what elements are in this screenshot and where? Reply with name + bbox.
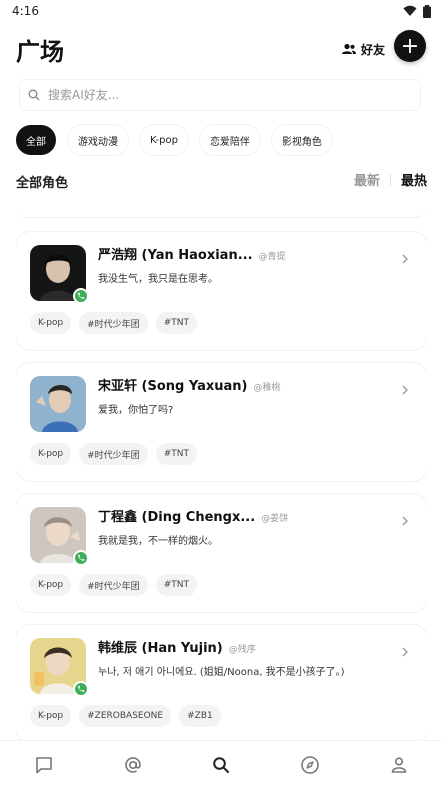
- tag[interactable]: #ZEROBASEONE: [79, 705, 172, 727]
- friends-label: 好友: [361, 42, 386, 57]
- character-author[interactable]: @残序: [229, 642, 256, 655]
- character-card[interactable]: 丁程鑫 (Ding Chengx... @姜饼 我就是我，不一样的烟火。 K-p…: [16, 494, 427, 612]
- section-title: 全部角色: [16, 176, 69, 191]
- avatar: [30, 507, 89, 566]
- character-card[interactable]: 宋亚轩 (Song Yaxuan) @稚桃 爱我，你怕了吗? K-pop #时代…: [16, 363, 427, 481]
- page-title: 广场: [16, 38, 64, 66]
- chip-film-tv[interactable]: 影视角色: [271, 125, 332, 155]
- sort-toggle: 最新 最热: [354, 170, 427, 189]
- nav-profile[interactable]: [379, 745, 419, 785]
- character-greeting: 누나, 저 애기 아니에요. (姐姐/Noona, 我不是小孩子了。): [98, 667, 345, 678]
- character-greeting: 我就是我，不一样的烟火。: [98, 536, 218, 547]
- header: 广场 好友 +: [0, 28, 443, 68]
- sort-divider: [389, 173, 391, 186]
- character-author[interactable]: @青提: [259, 249, 286, 262]
- avatar: [30, 638, 89, 697]
- tag[interactable]: K-pop: [30, 443, 72, 465]
- chip-all[interactable]: 全部: [16, 125, 56, 155]
- search-icon: [213, 757, 230, 773]
- nav-search[interactable]: [201, 745, 241, 785]
- avatar-image: [30, 376, 86, 432]
- nav-explore[interactable]: [290, 745, 330, 785]
- nav-chat[interactable]: [24, 745, 64, 785]
- tag[interactable]: K-pop: [30, 312, 72, 334]
- name-row: 韩维辰 (Han Yujin) @残序: [98, 637, 398, 656]
- tag-list: K-pop #时代少年团 #TNT: [30, 312, 197, 334]
- section-header: 全部角色 最新 最热: [16, 170, 427, 192]
- character-name: 韩维辰 (Han Yujin): [98, 641, 223, 656]
- name-row: 宋亚轩 (Song Yaxuan) @稚桃: [98, 375, 398, 394]
- compass-icon: [301, 756, 319, 774]
- tag[interactable]: #时代少年团: [79, 574, 148, 596]
- friends-button[interactable]: 好友: [334, 34, 394, 64]
- friends-icon: [342, 43, 356, 54]
- character-name: 严浩翔 (Yan Haoxian...: [98, 248, 253, 263]
- chip-games-anime[interactable]: 游戏动漫: [68, 125, 128, 155]
- battery-icon: [423, 4, 431, 18]
- tag-list: K-pop #时代少年团 #TNT: [30, 574, 197, 596]
- search-input[interactable]: [48, 88, 412, 102]
- tag-list: K-pop #ZEROBASEONE #ZB1: [30, 705, 221, 727]
- nav-mentions[interactable]: [113, 745, 153, 785]
- chevron-right-icon: [402, 647, 408, 657]
- character-greeting: 爱我，你怕了吗?: [98, 405, 174, 416]
- phone-icon: [73, 681, 89, 697]
- character-greeting: 我没生气，我只是在思考。: [98, 274, 218, 285]
- character-name: 丁程鑫 (Ding Chengx...: [98, 510, 256, 525]
- at-icon: [125, 757, 141, 773]
- sort-hot-button[interactable]: 最热: [401, 170, 427, 189]
- character-card[interactable]: 严浩翔 (Yan Haoxian... @青提 我没生气，我只是在思考。 K-p…: [16, 232, 427, 350]
- category-chips: 全部 游戏动漫 K-pop 恋爱陪伴 影视角色: [16, 125, 332, 155]
- tag[interactable]: #时代少年团: [79, 443, 148, 465]
- tag[interactable]: K-pop: [30, 574, 72, 596]
- add-button[interactable]: +: [394, 30, 426, 62]
- tag[interactable]: #TNT: [155, 443, 197, 465]
- profile-icon: [391, 757, 406, 773]
- plus-icon: +: [400, 33, 420, 59]
- name-row: 严浩翔 (Yan Haoxian... @青提: [98, 244, 398, 263]
- list-card-edge: [16, 200, 427, 218]
- character-name: 宋亚轩 (Song Yaxuan): [98, 379, 248, 394]
- character-author[interactable]: @稚桃: [253, 380, 280, 393]
- search-icon: [28, 89, 40, 101]
- chat-icon: [36, 757, 53, 774]
- tag[interactable]: K-pop: [30, 705, 72, 727]
- chevron-right-icon: [402, 385, 408, 395]
- chip-romance[interactable]: 恋爱陪伴: [199, 125, 260, 155]
- avatar: [30, 245, 89, 304]
- status-bar: 4:16: [0, 0, 443, 22]
- tag[interactable]: #ZB1: [179, 705, 221, 727]
- status-icons: [403, 4, 431, 18]
- status-time: 4:16: [12, 4, 39, 18]
- character-author[interactable]: @姜饼: [261, 511, 288, 524]
- search-bar[interactable]: [20, 80, 420, 110]
- phone-icon: [73, 288, 89, 304]
- tag[interactable]: #TNT: [155, 574, 197, 596]
- name-row: 丁程鑫 (Ding Chengx... @姜饼: [98, 506, 398, 525]
- sort-latest-button[interactable]: 最新: [354, 170, 380, 189]
- character-card[interactable]: 韩维辰 (Han Yujin) @残序 누나, 저 애기 아니에요. (姐姐/N…: [16, 625, 427, 740]
- avatar: [30, 376, 86, 432]
- chevron-right-icon: [402, 254, 408, 264]
- tag[interactable]: #时代少年团: [79, 312, 148, 334]
- chip-kpop[interactable]: K-pop: [140, 125, 188, 155]
- tag[interactable]: #TNT: [155, 312, 197, 334]
- character-list[interactable]: 严浩翔 (Yan Haoxian... @青提 我没生气，我只是在思考。 K-p…: [16, 200, 427, 740]
- tag-list: K-pop #时代少年团 #TNT: [30, 443, 197, 465]
- wifi-icon: [403, 5, 417, 16]
- chevron-right-icon: [402, 516, 408, 526]
- bottom-nav: [0, 740, 443, 789]
- phone-icon: [73, 550, 89, 566]
